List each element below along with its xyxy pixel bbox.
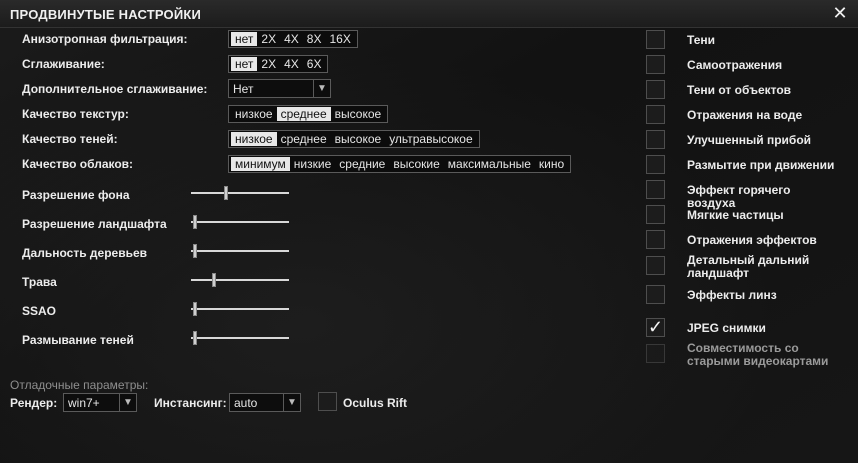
instancing-value: auto	[234, 396, 258, 410]
shadow-blur-slider[interactable]	[191, 331, 289, 345]
effect-checkbox[interactable]	[646, 105, 665, 124]
effect-checkbox[interactable]	[646, 55, 665, 74]
slider-thumb[interactable]	[223, 186, 228, 200]
cloud-quality-option[interactable]: максимальные	[444, 157, 535, 171]
anisotropic-option[interactable]: 16X	[325, 32, 354, 46]
instancing-label: Инстансинг:	[154, 396, 227, 410]
window-title: ПРОДВИНУТЫЕ НАСТРОЙКИ	[10, 7, 202, 22]
cloud-quality-selector[interactable]: минимум низкие средние высокие максимальные к…	[228, 155, 572, 173]
shadow-quality-selector[interactable]: низкое среднее высокое ультравысокое	[228, 130, 480, 148]
effect-checkbox-label: Улучшенный прибой	[687, 133, 812, 147]
slider-label-terrain-resolution: Разрешение ландшафта	[22, 217, 167, 231]
grass-slider[interactable]	[191, 273, 289, 287]
texture-quality-label: Качество текстур:	[22, 107, 129, 121]
effect-checkbox[interactable]	[646, 180, 665, 199]
bg-resolution-slider[interactable]	[191, 186, 289, 200]
effect-checkbox[interactable]	[646, 285, 665, 304]
effect-checkbox-label: Тени	[687, 33, 716, 47]
terrain-resolution-slider[interactable]	[191, 215, 289, 229]
debug-section-label: Отладочные параметры:	[10, 378, 149, 392]
slider-thumb[interactable]	[192, 302, 197, 316]
antialiasing-selector[interactable]: нет 2X 4X 6X	[228, 55, 329, 73]
antialiasing-option[interactable]: 4X	[280, 57, 303, 71]
antialiasing-option[interactable]: нет	[231, 57, 258, 71]
shadow-quality-option[interactable]: высокое	[331, 132, 386, 146]
effect-checkbox-label: Совместимость со старыми видеокартами	[687, 341, 829, 368]
effect-checkbox-label: Детальный дальний ландшафт	[687, 253, 810, 280]
instancing-dropdown[interactable]: auto ▼	[229, 393, 301, 412]
slider-label-grass: Трава	[22, 275, 57, 289]
slider-thumb[interactable]	[192, 244, 197, 258]
slider-label-shadow-blur: Размывание теней	[22, 333, 134, 347]
antialiasing-option[interactable]: 6X	[303, 57, 326, 71]
renderer-dropdown[interactable]: win7+ ▼	[63, 393, 137, 412]
shadow-quality-option[interactable]: низкое	[231, 132, 277, 146]
extra-aa-value: Нет	[233, 82, 254, 96]
tree-distance-slider[interactable]	[191, 244, 289, 258]
slider-thumb[interactable]	[192, 331, 197, 345]
texture-quality-option[interactable]: среднее	[276, 107, 331, 121]
renderer-label: Рендер:	[10, 396, 58, 410]
effect-checkbox[interactable]	[646, 155, 665, 174]
effect-checkbox[interactable]	[646, 30, 665, 49]
effect-checkbox[interactable]	[646, 256, 665, 275]
effect-checkbox-label: Размытие при движении	[687, 158, 835, 172]
extra-aa-dropdown[interactable]: Нет ▼	[228, 79, 331, 98]
shadow-quality-label: Качество теней:	[22, 132, 118, 146]
slider-label-tree-distance: Дальность деревьев	[22, 246, 148, 260]
texture-quality-option[interactable]: низкое	[231, 107, 277, 121]
effect-checkbox-label: Мягкие частицы	[687, 208, 784, 222]
anisotropic-option[interactable]: 8X	[303, 32, 326, 46]
effect-checkbox-label: Самоотражения	[687, 58, 783, 72]
effect-checkbox[interactable]	[646, 80, 665, 99]
extra-aa-label: Дополнительное сглаживание:	[22, 82, 208, 96]
renderer-value: win7+	[68, 396, 100, 410]
antialiasing-option[interactable]: 2X	[257, 57, 280, 71]
anisotropic-option[interactable]: нет	[231, 32, 258, 46]
cloud-quality-option[interactable]: низкие	[290, 157, 335, 171]
effect-checkbox[interactable]	[646, 130, 665, 149]
effect-checkbox-label: JPEG снимки	[687, 321, 766, 335]
effect-checkbox[interactable]	[646, 230, 665, 249]
effect-checkbox	[646, 344, 665, 363]
cloud-quality-option[interactable]: кино	[535, 157, 568, 171]
shadow-quality-option[interactable]: ультравысокое	[385, 132, 476, 146]
slider-thumb[interactable]	[192, 215, 197, 229]
oculus-rift-label: Oculus Rift	[343, 396, 408, 410]
cloud-quality-label: Качество облаков:	[22, 157, 134, 171]
slider-thumb[interactable]	[211, 273, 216, 287]
close-icon[interactable]: ✕	[830, 3, 850, 23]
effect-checkbox-label: Эффект горячего воздуха	[687, 183, 791, 210]
oculus-rift-checkbox[interactable]	[318, 392, 337, 411]
slider-label-ssao: SSAO	[22, 304, 57, 318]
title-bar: ПРОДВИНУТЫЕ НАСТРОЙКИ ✕	[0, 0, 858, 28]
antialiasing-label: Сглаживание:	[22, 57, 105, 71]
slider-label-bg-resolution: Разрешение фона	[22, 188, 130, 202]
effect-checkbox[interactable]: ✓	[646, 317, 665, 337]
chevron-down-icon: ▼	[313, 80, 330, 97]
chevron-down-icon: ▼	[119, 394, 136, 411]
effect-checkbox-label: Эффекты линз	[687, 288, 777, 302]
effect-checkbox[interactable]	[646, 205, 665, 224]
anisotropic-option[interactable]: 4X	[280, 32, 303, 46]
effect-checkbox-label: Отражения на воде	[687, 108, 803, 122]
texture-quality-option[interactable]: высокое	[331, 107, 386, 121]
checkmark-icon: ✓	[648, 317, 664, 337]
ssao-slider[interactable]	[191, 302, 289, 316]
anisotropic-option[interactable]: 2X	[257, 32, 280, 46]
texture-quality-selector[interactable]: низкое среднее высокое	[228, 105, 389, 123]
cloud-quality-option[interactable]: высокие	[389, 157, 443, 171]
shadow-quality-option[interactable]: среднее	[277, 132, 331, 146]
effect-checkbox-label: Тени от объектов	[687, 83, 792, 97]
cloud-quality-option[interactable]: средние	[335, 157, 389, 171]
chevron-down-icon: ▼	[283, 394, 300, 411]
cloud-quality-option[interactable]: минимум	[231, 157, 290, 171]
anisotropic-selector[interactable]: нет 2X 4X 8X 16X	[228, 30, 358, 48]
effect-checkbox-label: Отражения эффектов	[687, 233, 817, 247]
anisotropic-label: Анизотропная фильтрация:	[22, 32, 188, 46]
